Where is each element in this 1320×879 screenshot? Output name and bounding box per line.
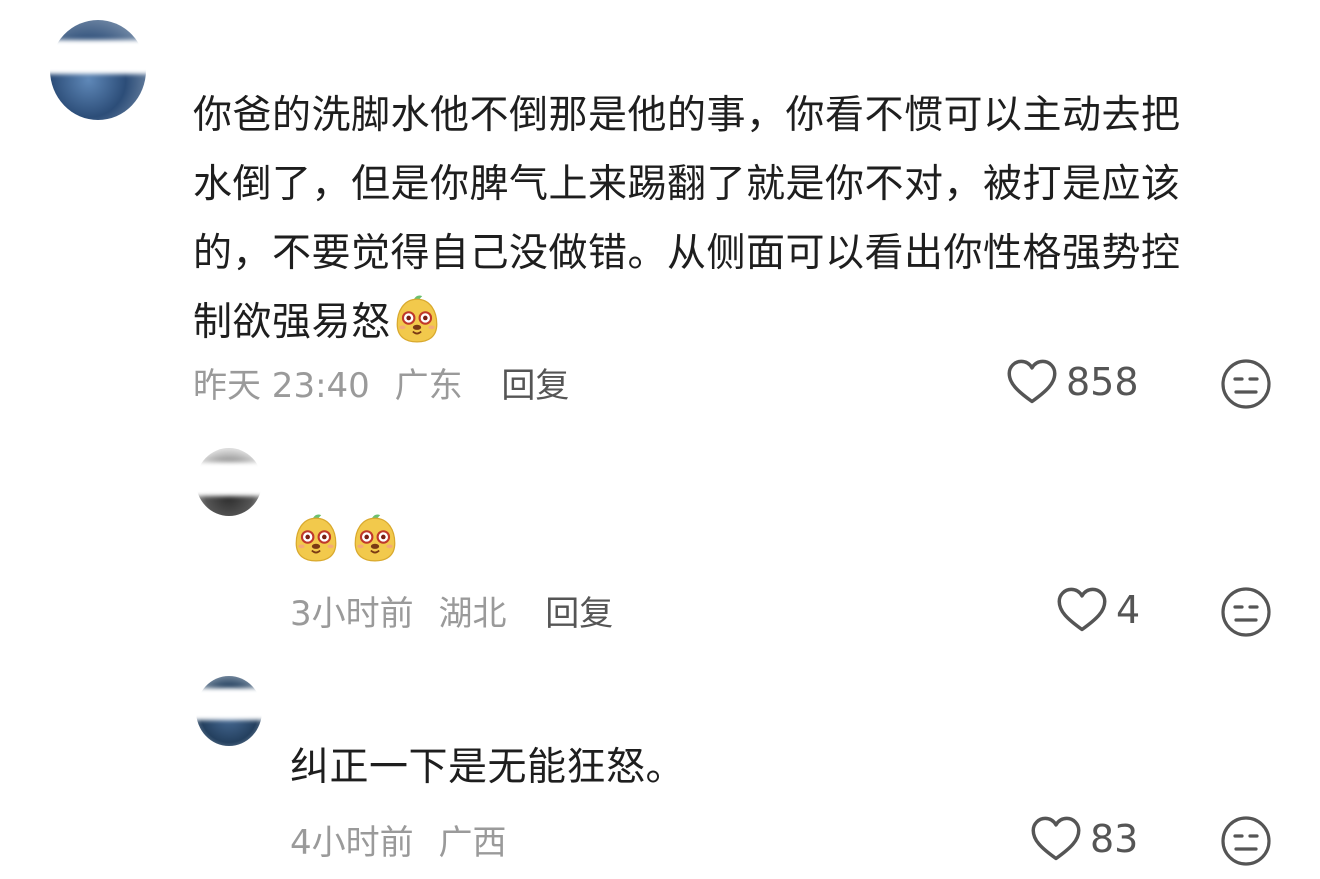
dislike-icon[interactable] [1220,358,1272,410]
location: 湖北 [438,594,507,634]
timestamp: 昨天 23:40 [193,366,370,406]
comment-meta: 4小时前 广西 [290,815,506,864]
sticker-face-icon [391,293,443,345]
heart-icon [1006,358,1058,406]
comment-text: 纠正一下是无能狂怒。 [290,745,686,790]
username-masked [110,462,530,496]
comment-meta: 昨天 23:40 广东 回复 [193,358,569,407]
like-count: 4 [1116,588,1141,632]
comment-line: 制欲强易怒 [193,300,391,345]
comment-line: 你爸的洗脚水他不倒那是他的事，你看不惯可以主动去把 [193,93,1181,138]
dislike-icon[interactable] [1220,586,1272,638]
like-count: 83 [1090,817,1139,861]
dislike-icon[interactable] [1220,815,1272,867]
like-count: 858 [1066,360,1139,404]
username-masked [0,40,180,74]
reply-button[interactable]: 回复 [501,366,569,406]
location: 广东 [394,366,463,406]
location: 广西 [438,823,507,863]
username-masked [190,688,730,720]
sticker-face-icon [290,512,342,564]
comment-line: 水倒了，但是你脾气上来踢翻了就是你不对，被打是应该 [193,162,1181,207]
like-button[interactable]: 4 [1056,586,1140,634]
reply-button[interactable]: 回复 [545,594,613,634]
like-button[interactable]: 858 [1006,358,1139,406]
heart-icon [1030,815,1082,863]
timestamp: 4小时前 [290,823,414,863]
comment-line: 的，不要觉得自己没做错。从侧面可以看出你性格强势控 [193,231,1181,276]
sticker-face-icon [349,512,401,564]
comment-meta: 3小时前 湖北 回复 [290,586,613,635]
comment-text: 你爸的洗脚水他不倒那是他的事，你看不惯可以主动去把 水倒了，但是你脾气上来踢翻了… [193,81,1273,357]
reply-masked [538,818,788,858]
sticker-row [290,512,401,568]
like-button[interactable]: 83 [1030,815,1138,863]
heart-icon [1056,586,1108,634]
timestamp: 3小时前 [290,594,414,634]
comment-line-last: 制欲强易怒 [193,288,1273,357]
